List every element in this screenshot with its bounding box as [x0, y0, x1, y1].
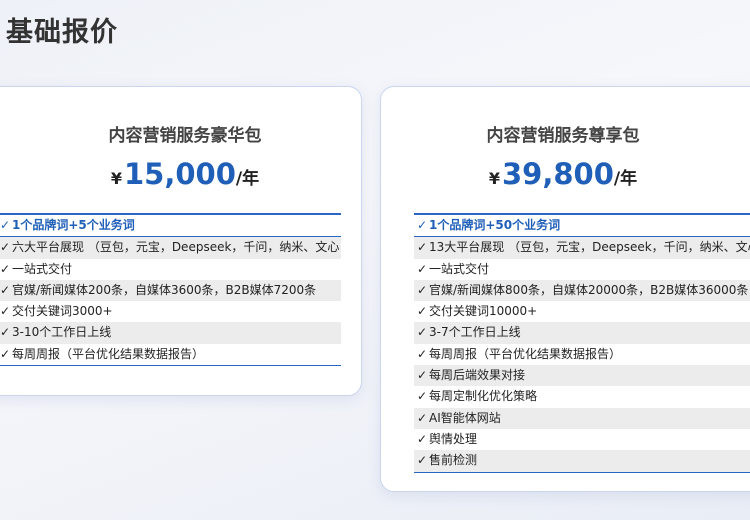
feature-item: ✓ 1个品牌词+5个业务词 — [0, 213, 341, 238]
feature-item: ✓ 售前检测 — [414, 450, 750, 473]
feature-text: 每周后端效果对接 — [429, 368, 526, 383]
check-icon: ✓ — [417, 282, 428, 297]
package-card-deluxe: 内容营销服务豪华包 ¥15,000/年 ✓ 1个品牌词+5个业务词 ✓ 六大平台展现 … — [0, 86, 362, 396]
feature-item: ✓ 舆情处理 — [414, 429, 750, 450]
price-amount: 15,000 — [124, 157, 236, 191]
check-icon: ✓ — [417, 218, 428, 232]
feature-text: 每周周报（平台优化结果数据报告） — [12, 346, 205, 361]
check-icon: ✓ — [0, 346, 11, 361]
feature-text: 每周周报（平台优化结果数据报告） — [429, 346, 622, 361]
check-icon: ✓ — [417, 304, 428, 319]
currency-symbol: ¥ — [488, 169, 500, 188]
feature-item: ✓ 每周定制化优化策略 — [414, 386, 750, 407]
check-icon: ✓ — [417, 368, 428, 383]
feature-item: ✓ 每周后端效果对接 — [414, 365, 750, 387]
feature-item: ✓ 官媒/新闻媒体200条，自媒体3600条，B2B媒体7200条 — [0, 279, 341, 302]
feature-text: 售前检测 — [429, 453, 478, 468]
feature-item: ✓ 官媒/新闻媒体800条，自媒体20000条，B2B媒体36000条 — [414, 279, 750, 302]
feature-text: 六大平台展现 （豆包，元宝，Deepseek，千问，纳米、文心 ） — [12, 240, 341, 255]
feature-text: 1个品牌词+5个业务词 — [12, 218, 135, 232]
check-icon: ✓ — [0, 240, 11, 255]
feature-item: ✓ 13大平台展现 （豆包，元宝，Deepseek，千问，纳米、文心 — [414, 237, 750, 259]
feature-item: ✓ 一站式交付 — [0, 259, 341, 280]
feature-text: 交付关键词3000+ — [12, 304, 113, 319]
price-unit: /年 — [235, 169, 260, 189]
check-icon: ✓ — [0, 218, 11, 232]
package-title: 内容营销服务尊享包 — [486, 126, 640, 146]
feature-text: 13大平台展现 （豆包，元宝，Deepseek，千问，纳米、文心 — [429, 240, 750, 255]
feature-text: 3-7个工作日上线 — [429, 325, 521, 340]
check-icon: ✓ — [0, 261, 11, 276]
price-unit: /年 — [613, 169, 638, 189]
feature-text: 一站式交付 — [12, 261, 73, 276]
feature-item: ✓ 1个品牌词+50个业务词 — [414, 213, 750, 238]
feature-item: ✓ 六大平台展现 （豆包，元宝，Deepseek，千问，纳米、文心 ） — [0, 237, 341, 259]
feature-list: ✓ 1个品牌词+50个业务词 ✓ 13大平台展现 （豆包，元宝，Deepseek，千问… — [414, 213, 750, 473]
feature-item: ✓ 3-10个工作日上线 — [0, 322, 341, 344]
check-icon: ✓ — [0, 325, 11, 340]
package-card-premium: 内容营销服务尊享包 ¥39,800/年 ✓ 1个品牌词+50个业务词 ✓ 13大平台展… — [380, 86, 750, 492]
check-icon: ✓ — [417, 261, 428, 276]
package-title: 内容营销服务豪华包 — [108, 126, 262, 146]
feature-item: ✓ 每周周报（平台优化结果数据报告） — [0, 344, 341, 367]
feature-text: 3-10个工作日上线 — [12, 325, 112, 340]
feature-item: ✓ 每周周报（平台优化结果数据报告） — [414, 344, 750, 365]
page-title: 基础报价 — [6, 17, 118, 48]
feature-item: ✓ AI智能体网站 — [414, 407, 750, 429]
check-icon: ✓ — [417, 346, 428, 361]
check-icon: ✓ — [417, 325, 428, 340]
check-icon: ✓ — [417, 453, 428, 468]
currency-symbol: ¥ — [110, 169, 122, 188]
check-icon: ✓ — [417, 431, 428, 446]
check-icon: ✓ — [0, 304, 11, 319]
feature-text: 交付关键词10000+ — [429, 304, 538, 319]
check-icon: ✓ — [417, 410, 428, 425]
check-icon: ✓ — [417, 389, 428, 404]
check-icon: ✓ — [417, 240, 428, 255]
feature-text: 1个品牌词+50个业务词 — [429, 218, 561, 232]
feature-text: 官媒/新闻媒体800条，自媒体20000条，B2B媒体36000条 — [429, 282, 749, 297]
feature-text: 一站式交付 — [429, 261, 490, 276]
package-price: ¥15,000/年 — [0, 157, 361, 191]
feature-list: ✓ 1个品牌词+5个业务词 ✓ 六大平台展现 （豆包，元宝，Deepseek，千问，纳… — [0, 213, 341, 367]
check-icon: ✓ — [0, 282, 11, 297]
package-price: ¥39,800/年 — [381, 157, 750, 191]
feature-text: AI智能体网站 — [429, 410, 501, 425]
feature-item: ✓ 交付关键词10000+ — [414, 301, 750, 322]
feature-text: 官媒/新闻媒体200条，自媒体3600条，B2B媒体7200条 — [12, 282, 317, 297]
feature-item: ✓ 3-7个工作日上线 — [414, 322, 750, 344]
feature-text: 每周定制化优化策略 — [429, 389, 538, 404]
feature-text: 舆情处理 — [429, 431, 478, 446]
price-amount: 39,800 — [502, 157, 614, 191]
feature-item: ✓ 一站式交付 — [414, 259, 750, 280]
feature-item: ✓ 交付关键词3000+ — [0, 301, 341, 322]
